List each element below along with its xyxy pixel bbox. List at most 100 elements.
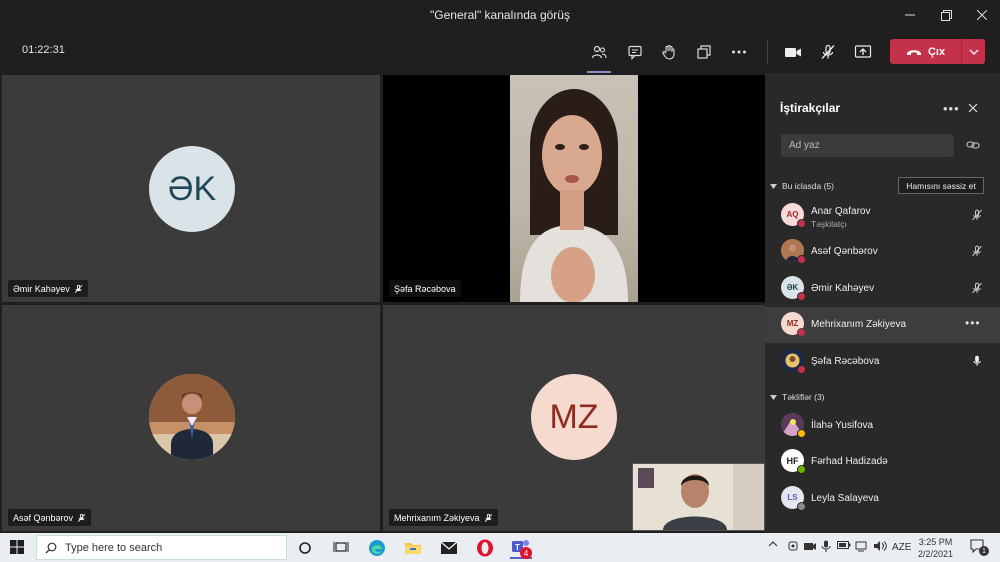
participant-tile[interactable]: ƏK Əmir Kahəyev (2, 75, 380, 302)
participant-name: Asəf Qənbərov (13, 512, 74, 523)
participant-nametag: Əmir Kahəyev (8, 280, 88, 297)
leave-main-button[interactable]: Çıx (890, 39, 961, 64)
rooms-icon[interactable] (692, 40, 716, 64)
volume-icon[interactable] (873, 540, 887, 555)
microphone-muted-icon (971, 244, 983, 263)
leave-dropdown-button[interactable] (961, 39, 985, 64)
microphone-icon (971, 354, 983, 373)
participant-name: Əmir Kahəyev (13, 283, 70, 294)
microphone-tray-icon[interactable] (821, 540, 831, 555)
maximize-button[interactable] (928, 0, 964, 30)
participant-nametag: Mehrixanım Zəkiyeva (389, 509, 498, 526)
avatar (149, 374, 235, 460)
participants-icon[interactable] (587, 40, 611, 73)
participant-row[interactable]: Asəf Qənbərov (765, 234, 1000, 270)
file-explorer-icon[interactable] (402, 537, 424, 559)
meeting-toolbar: 01:22:31 Çıx (0, 30, 1000, 73)
participant-name: Fərhad Hadizadə (811, 456, 888, 467)
webcam-icon[interactable] (803, 540, 817, 555)
mute-all-button[interactable]: Hamısını səssiz et (898, 177, 984, 194)
share-invite-link-icon[interactable] (966, 138, 980, 156)
participant-tile[interactable]: Asəf Qənbərov (2, 305, 380, 531)
action-center-icon[interactable]: 1 (970, 539, 989, 556)
video-stage: ƏK Əmir Kahəyev Şəfa Rəcəbova Asəf Qənbə… (0, 73, 765, 533)
panel-title: İştirakçılar (780, 101, 841, 115)
in-meeting-section-header[interactable]: Bu iclasda (5) (770, 181, 834, 191)
windows-taskbar: Type here to search T 4 AZE 3:25 PM 2/2/… (0, 533, 1000, 562)
mail-icon[interactable] (438, 537, 460, 559)
panel-more-options-icon[interactable]: ••• (943, 101, 960, 116)
avatar-initials: MZ (549, 397, 599, 436)
suggested-participant-row[interactable]: İlahə Yusifova (765, 408, 1000, 444)
self-view-video[interactable] (632, 463, 765, 531)
microphone-muted-icon (971, 281, 983, 300)
clock-date: 2/2/2021 (918, 549, 954, 559)
window-title: "General" kanalında görüş (430, 8, 570, 22)
status-indicator (797, 502, 806, 511)
taskbar-clock[interactable]: 3:25 PM 2/2/2021 (918, 536, 953, 560)
raise-hand-icon[interactable] (657, 40, 681, 64)
close-window-button[interactable] (964, 0, 1000, 30)
suggestions-label: Təkliflər (3) (782, 392, 825, 402)
participants-panel: İştirakçılar ••• Ad yaz Bu iclasda (5) H… (765, 73, 1000, 533)
participant-row[interactable]: AQ Anar Qafarov Təşkilatçı (765, 198, 1000, 234)
meeting-timer: 01:22:31 (22, 44, 65, 56)
participant-search-input[interactable]: Ad yaz (781, 134, 954, 157)
suggested-participant-row[interactable]: LS Leyla Salayeva (765, 481, 1000, 517)
participant-name: Mehrixanım Zəkiyeva (394, 512, 480, 523)
status-indicator (797, 219, 806, 228)
notification-count-badge: 1 (979, 546, 989, 556)
windows-start-icon[interactable] (10, 540, 24, 559)
avatar-initials: ƏK (167, 169, 217, 208)
battery-icon[interactable] (837, 540, 851, 553)
input-language-indicator[interactable]: AZE (892, 542, 911, 553)
edge-browser-icon[interactable] (366, 537, 388, 559)
title-bar: "General" kanalında görüş (0, 0, 1000, 30)
chevron-down-icon (969, 49, 978, 55)
participant-name: İlahə Yusifova (811, 420, 874, 431)
microphone-muted-icon (74, 284, 82, 293)
taskbar-search-input[interactable]: Type here to search (36, 535, 287, 560)
status-indicator (797, 465, 806, 474)
participant-tile[interactable]: MZ Mehrixanım Zəkiyeva (383, 305, 765, 531)
suggestions-section-header[interactable]: Təkliflər (3) (770, 392, 825, 402)
show-hidden-icons-icon[interactable] (768, 540, 778, 551)
participant-row[interactable]: ƏK Əmir Kahəyev (765, 271, 1000, 307)
participant-nametag: Asəf Qənbərov (8, 509, 92, 526)
participant-video-tile[interactable]: Şəfa Rəcəbova (383, 75, 765, 302)
camera-icon[interactable] (781, 40, 805, 64)
microphone-muted-icon[interactable] (816, 40, 840, 64)
network-icon[interactable] (855, 540, 869, 555)
participant-name: Asəf Qənbərov (811, 246, 878, 257)
minimize-button[interactable] (892, 0, 928, 30)
cortana-icon[interactable] (294, 537, 316, 559)
participant-name: Leyla Salayeva (811, 493, 879, 504)
opera-browser-icon[interactable] (474, 537, 496, 559)
close-panel-icon[interactable] (968, 100, 978, 116)
participant-name: Anar Qafarov (811, 206, 871, 217)
toolbar-separator (767, 39, 768, 65)
cloud-sync-icon[interactable] (787, 540, 799, 555)
participant-name: Əmir Kahəyev (811, 283, 875, 294)
leave-button[interactable]: Çıx (890, 39, 985, 64)
participant-video (510, 75, 638, 302)
search-icon (45, 542, 57, 553)
taskbar-search-placeholder: Type here to search (65, 541, 163, 554)
participant-role: Təşkilatçı (811, 219, 847, 229)
chat-icon[interactable] (623, 40, 647, 64)
avatar-photo (149, 374, 235, 460)
participant-row[interactable]: MZ Mehrixanım Zəkiyeva ••• (765, 307, 1000, 343)
teams-app-icon[interactable]: T 4 (510, 537, 532, 559)
hang-up-icon (906, 49, 921, 55)
task-view-icon[interactable] (330, 537, 352, 559)
microphone-muted-icon (484, 513, 492, 522)
microphone-muted-icon (77, 513, 86, 522)
share-screen-icon[interactable] (851, 40, 875, 64)
leave-label: Çıx (927, 45, 946, 58)
suggested-participant-row[interactable]: HF Fərhad Hadizadə (765, 444, 1000, 480)
participant-name: Mehrixanım Zəkiyeva (811, 319, 907, 330)
participant-row[interactable]: Şəfa Rəcəbova (765, 344, 1000, 380)
more-options-icon[interactable] (727, 40, 751, 64)
more-options-icon[interactable]: ••• (965, 316, 981, 330)
caret-down-icon (770, 394, 777, 400)
